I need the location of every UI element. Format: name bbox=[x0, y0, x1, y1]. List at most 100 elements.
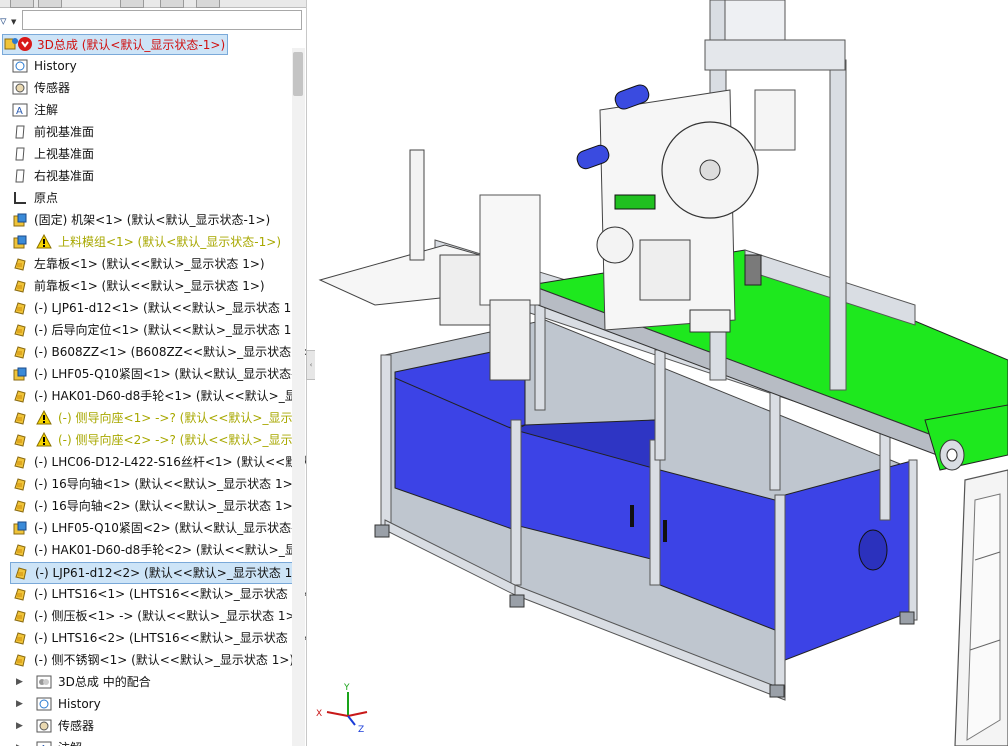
assembly-icon bbox=[13, 235, 27, 249]
tree-item[interactable]: 前靠板<1> (默认<<默认>_显示状态 1>) bbox=[10, 276, 300, 296]
view-triad: Y X Z bbox=[316, 683, 368, 735]
history-icon bbox=[12, 59, 28, 73]
part-icon bbox=[14, 390, 26, 403]
plane-icon bbox=[15, 147, 25, 161]
tab-property-manager[interactable] bbox=[38, 0, 62, 8]
tree-folder-item[interactable]: ▶ History bbox=[14, 694, 284, 714]
tree-item[interactable]: (-) HAK01-D60-d8手轮<1> (默认<<默认>_显 bbox=[10, 386, 300, 406]
panel-tabs bbox=[0, 0, 306, 8]
sensor-board bbox=[614, 194, 656, 210]
cable-port bbox=[858, 529, 888, 571]
plane-icon bbox=[15, 125, 25, 139]
tree-item-label: (-) LJP61-d12<1> (默认<<默认>_显示状态 1> bbox=[34, 301, 302, 315]
warning-icon bbox=[36, 234, 52, 249]
expand-arrow-icon[interactable]: ▶ bbox=[16, 672, 23, 692]
tree-item-label: 传感器 bbox=[34, 81, 71, 95]
plane-icon bbox=[15, 169, 25, 183]
annotation-icon: A bbox=[36, 741, 52, 746]
tree-item[interactable]: A 注解 bbox=[10, 100, 300, 120]
tree-folder-item[interactable]: ▶ A 注解 bbox=[14, 738, 284, 746]
tree-item[interactable]: (-) 侧压板<1> -> (默认<<默认>_显示状态 1>) bbox=[10, 606, 300, 626]
tree-item[interactable]: (-) HAK01-D60-d8手轮<2> (默认<<默认>_显 bbox=[10, 540, 300, 560]
tree-item-label: History bbox=[34, 59, 77, 73]
tab-appearance[interactable] bbox=[196, 0, 220, 8]
tree-item[interactable]: 上视基准面 bbox=[10, 144, 300, 164]
scrollbar-thumb[interactable] bbox=[293, 52, 303, 96]
tree-item[interactable]: (-) B608ZZ<1> (B608ZZ<<默认>_显示状态 1> bbox=[10, 342, 306, 362]
tree-item[interactable]: (-) LHF05-Q10紧固<2> (默认<默认_显示状态- bbox=[10, 518, 300, 538]
tree-item[interactable]: History bbox=[10, 56, 300, 76]
labeling-machine-model: Y X Z bbox=[316, 0, 1008, 747]
x-axis-right bbox=[347, 711, 368, 717]
x-axis bbox=[326, 711, 349, 717]
tree-item-label: (固定) 机架<1> (默认<默认_显示状态-1>) bbox=[34, 213, 271, 227]
tree-item-label: (-) LHTS16<2> (LHTS16<<默认>_显示状态 1> bbox=[34, 631, 307, 645]
tree-item-label: 前靠板<1> (默认<<默认>_显示状态 1>) bbox=[34, 279, 265, 293]
assembly-icon bbox=[13, 521, 27, 535]
tree-folder-label: 传感器 bbox=[58, 719, 95, 733]
tree-item[interactable]: (-) LHC06-D12-L422-S16丝杆<1> (默认<<默认 bbox=[10, 452, 306, 472]
tree-item-label: (-) 后导向定位<1> (默认<<默认>_显示状态 1> bbox=[34, 323, 302, 337]
expand-arrow-icon[interactable]: ▶ bbox=[16, 716, 23, 736]
tree-item[interactable]: (-) LHTS16<1> (LHTS16<<默认>_显示状态 1> bbox=[10, 584, 306, 604]
part-icon bbox=[14, 434, 26, 447]
tree-item-label: 原点 bbox=[34, 191, 59, 205]
tree-item[interactable]: 左靠板<1> (默认<<默认>_显示状态 1>) bbox=[10, 254, 300, 274]
tree-item[interactable]: (-) LHTS16<2> (LHTS16<<默认>_显示状态 1> bbox=[10, 628, 306, 648]
part-icon bbox=[14, 412, 26, 425]
mates-icon bbox=[36, 675, 52, 689]
tab-feature-manager[interactable] bbox=[10, 0, 34, 8]
tree-item[interactable]: 右视基准面 bbox=[10, 166, 300, 186]
annotation-icon: A bbox=[12, 103, 28, 117]
part-icon bbox=[14, 610, 26, 623]
assembly-icon bbox=[13, 213, 27, 227]
tab-display-manager[interactable] bbox=[160, 0, 184, 8]
tree-item[interactable]: (-) 侧导向座<2> ->? (默认<<默认>_显示状 bbox=[10, 430, 304, 450]
warning-icon bbox=[36, 410, 52, 425]
sensor-icon bbox=[12, 81, 28, 95]
tree-item[interactable]: 传感器 bbox=[10, 78, 300, 98]
tree-folder-item[interactable]: ▶ 传感器 bbox=[14, 716, 284, 736]
feature-manager-panel: ▿ ▼ 3D总成 (默认<默认_显示状态-1>) History 传感器 A 注解前视… bbox=[0, 0, 307, 746]
tree-item-label: 上视基准面 bbox=[34, 147, 95, 161]
expand-arrow-icon[interactable]: ▶ bbox=[16, 694, 23, 714]
filter-input[interactable] bbox=[22, 10, 302, 30]
tree-item[interactable]: (-) 16导向轴<1> (默认<<默认>_显示状态 1>) bbox=[10, 474, 300, 494]
filter-row: ▿ ▼ bbox=[0, 8, 306, 32]
tree-item[interactable]: (-) LJP61-d12<1> (默认<<默认>_显示状态 1> bbox=[10, 298, 302, 318]
tree-root-assembly[interactable]: 3D总成 (默认<默认_显示状态-1>) bbox=[2, 34, 228, 55]
tree-item[interactable]: 前视基准面 bbox=[10, 122, 300, 142]
tree-folder-item[interactable]: ▶ 3D总成 中的配合 bbox=[14, 672, 284, 692]
svg-text:A: A bbox=[16, 106, 23, 117]
tree-item-label: (-) HAK01-D60-d8手轮<1> (默认<<默认>_显 bbox=[34, 389, 297, 403]
tree-item-label: (-) LHC06-D12-L422-S16丝杆<1> (默认<<默认 bbox=[34, 455, 307, 469]
tree-item[interactable]: (-) 侧不锈钢<1> (默认<<默认>_显示状态 1>) bbox=[10, 650, 300, 670]
tree-item[interactable]: (固定) 机架<1> (默认<默认_显示状态-1>) bbox=[10, 210, 300, 230]
z-axis bbox=[347, 715, 356, 726]
part-icon bbox=[14, 302, 26, 315]
tree-item-label: 注解 bbox=[34, 103, 59, 117]
tree-scrollbar[interactable] bbox=[292, 48, 305, 746]
tree-folder-label: 3D总成 中的配合 bbox=[58, 675, 151, 689]
tree-item-label: (-) 侧压板<1> -> (默认<<默认>_显示状态 1>) bbox=[34, 609, 301, 623]
part-icon bbox=[14, 456, 26, 469]
tree-item[interactable]: (-) 后导向定位<1> (默认<<默认>_显示状态 1> bbox=[10, 320, 302, 340]
expand-arrow-icon[interactable]: ▶ bbox=[16, 738, 23, 746]
origin-icon bbox=[14, 192, 26, 204]
part-icon bbox=[14, 544, 26, 557]
part-icon bbox=[14, 654, 26, 667]
tree-folder-label: History bbox=[58, 697, 101, 711]
tree-item[interactable]: (-) LJP61-d12<2> (默认<<默认>_显示状态 1> bbox=[10, 562, 302, 584]
tab-configuration-manager[interactable] bbox=[120, 0, 144, 8]
tree-item[interactable]: (-) 侧导向座<1> ->? (默认<<默认>_显示状 bbox=[10, 408, 304, 428]
chevron-down-icon[interactable]: ▼ bbox=[11, 18, 16, 26]
tree-item[interactable]: (-) LHF05-Q10紧固<1> (默认<默认_显示状态-1 bbox=[10, 364, 303, 384]
graphics-viewport[interactable]: Y X Z bbox=[315, 0, 1008, 747]
tree-item[interactable]: 原点 bbox=[10, 188, 300, 208]
part-icon bbox=[14, 280, 26, 293]
tree-item[interactable]: 上料模组<1> (默认<默认_显示状态-1>) bbox=[10, 232, 300, 252]
tree-item[interactable]: (-) 16导向轴<2> (默认<<默认>_显示状态 1>) bbox=[10, 496, 300, 516]
tree-item-label: (-) B608ZZ<1> (B608ZZ<<默认>_显示状态 1> bbox=[34, 345, 307, 359]
part-icon bbox=[14, 588, 26, 601]
filter-icon[interactable]: ▿ bbox=[0, 14, 7, 29]
